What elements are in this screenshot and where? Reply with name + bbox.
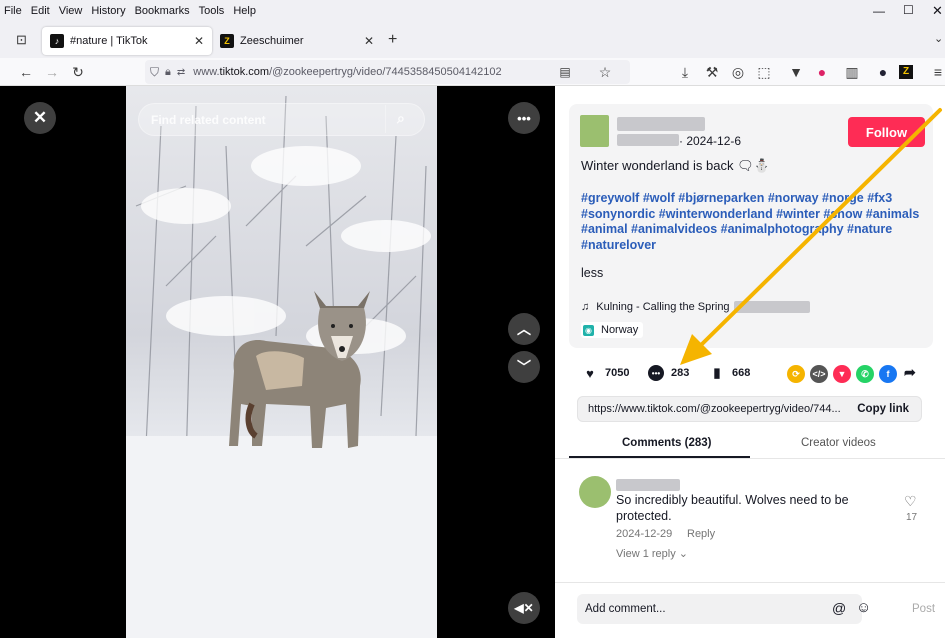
more-options-button[interactable]: ••• <box>508 102 540 134</box>
tab-title: Zeeschuimer <box>240 35 304 47</box>
color-picker-icon[interactable]: ● <box>812 62 832 82</box>
share-link-box[interactable]: https://www.tiktok.com/@zookeepertryg/vi… <box>577 396 922 422</box>
wrench-icon[interactable]: ⚒ <box>702 62 722 82</box>
less-toggle[interactable]: less <box>581 266 603 280</box>
permissions-icon[interactable]: ⇄ <box>177 67 185 78</box>
menu-view[interactable]: View <box>59 5 83 17</box>
url-host: tiktok.com <box>219 66 270 78</box>
comment-date: 2024-12-29 <box>616 528 673 540</box>
shield-icon[interactable]: ⛉ <box>150 65 159 80</box>
hamburger-menu-icon[interactable]: ≡ <box>928 62 945 82</box>
library-icon[interactable]: ▥ <box>842 62 862 82</box>
heart-icon: ♥ <box>586 365 594 381</box>
tab-zeeschuimer[interactable]: Z Zeeschuimer ✕ <box>212 27 382 55</box>
tab-bar: ⊡ ♪ #nature | TikTok ✕ Z Zeeschuimer ✕ +… <box>0 22 945 58</box>
reply-button[interactable]: Reply <box>687 528 715 540</box>
tab-title: #nature | TikTok <box>70 35 148 47</box>
maximize-icon[interactable]: ☐ <box>903 3 914 17</box>
navigation-bar: ← → ↻ ⛉ 🔒︎ ⇄ www. tiktok.com/@zookeepertr… <box>0 58 945 86</box>
reader-view-icon[interactable]: ▤ <box>555 62 575 82</box>
minimize-icon[interactable]: — <box>873 4 885 18</box>
commenter-avatar[interactable] <box>579 476 611 508</box>
account-icon[interactable]: ◎ <box>728 62 748 82</box>
search-placeholder: Find related content <box>151 112 266 127</box>
post-comment-button[interactable]: Post <box>912 603 935 615</box>
bookmark-star-icon[interactable]: ☆ <box>595 62 615 82</box>
privacy-badger-icon[interactable]: ● <box>873 62 893 82</box>
emoji-icon[interactable]: ☺ <box>856 599 871 616</box>
tab-list-icon[interactable]: ⊡ <box>16 32 27 48</box>
url-path: /@zookeepertryg/video/744535845050414210… <box>269 66 502 78</box>
share-link-url: https://www.tiktok.com/@zookeepertryg/vi… <box>588 403 841 415</box>
search-icon[interactable]: ⌕ <box>397 110 405 127</box>
zeeschuimer-icon[interactable]: Z <box>899 65 913 79</box>
lock-icon[interactable]: 🔒︎ <box>165 66 171 79</box>
forward-icon[interactable]: → <box>42 62 62 82</box>
browser-window: File Edit View History Bookmarks Tools H… <box>0 0 945 638</box>
mention-icon[interactable]: @ <box>832 600 846 616</box>
next-video-button[interactable]: ﹀ <box>508 351 540 383</box>
commenter-name-blurred[interactable] <box>616 479 680 491</box>
back-icon[interactable]: ← <box>16 62 36 82</box>
comment-icon: ••• <box>648 365 664 381</box>
menu-bookmarks[interactable]: Bookmarks <box>135 5 190 17</box>
annotation-arrow <box>680 108 942 365</box>
location-pin-icon: ◉ <box>583 324 594 336</box>
extensions-icon[interactable]: ⬚ <box>754 62 774 82</box>
add-comment-input[interactable]: Add comment... @ ☺ <box>577 594 871 624</box>
search-divider <box>385 105 386 133</box>
search-input[interactable]: Find related content ⌕ <box>138 103 425 136</box>
url-prefix: www. <box>193 66 220 78</box>
add-comment-placeholder: Add comment... <box>585 603 666 615</box>
ublock-icon[interactable]: ▼ <box>786 62 806 82</box>
close-tab-icon[interactable]: ✕ <box>364 34 374 48</box>
menu-edit[interactable]: Edit <box>31 5 50 17</box>
menu-file[interactable]: File <box>4 5 22 17</box>
location-tag[interactable]: ◉ Norway <box>581 322 644 338</box>
comment-like-count: 17 <box>906 512 918 523</box>
tab-overflow-icon[interactable]: ⌄ <box>934 32 943 45</box>
like-button[interactable]: ♥ 7050 <box>582 365 629 381</box>
previous-video-button[interactable]: ︿ <box>508 313 540 345</box>
view-replies-button[interactable]: View 1 reply ⌄ <box>616 547 688 560</box>
tab-tiktok[interactable]: ♪ #nature | TikTok ✕ <box>42 27 212 55</box>
tab-comments[interactable]: Comments (283) <box>622 437 711 449</box>
tiktok-favicon-icon: ♪ <box>50 34 64 48</box>
tab-divider <box>555 458 945 459</box>
menu-help[interactable]: Help <box>233 5 256 17</box>
avatar[interactable] <box>580 115 609 147</box>
comment-text: So incredibly beautiful. Wolves need to … <box>616 493 849 523</box>
comment-like-icon[interactable]: ♡ <box>904 493 917 510</box>
close-tab-icon[interactable]: ✕ <box>194 34 204 48</box>
video-frame[interactable] <box>126 86 437 638</box>
menu-history[interactable]: History <box>91 5 125 17</box>
location-name: Norway <box>601 324 639 336</box>
zeeschuimer-favicon-icon: Z <box>220 34 234 48</box>
menu-bar: File Edit View History Bookmarks Tools H… <box>0 0 945 22</box>
downloads-icon[interactable]: ⤓ <box>675 62 695 82</box>
copy-link-button[interactable]: Copy link <box>857 403 909 415</box>
menu-tools[interactable]: Tools <box>199 5 225 17</box>
tab-creator-videos[interactable]: Creator videos <box>801 437 876 449</box>
music-note-icon: ♫ <box>581 301 590 313</box>
reload-icon[interactable]: ↻ <box>68 62 88 82</box>
like-count: 7050 <box>605 367 630 379</box>
wolf-in-snow-image <box>126 86 437 638</box>
close-window-icon[interactable]: ✕ <box>932 3 943 19</box>
comment-input-bar: Add comment... @ ☺ Post <box>555 582 945 638</box>
new-tab-icon[interactable]: + <box>388 31 397 49</box>
close-video-button[interactable]: ✕ <box>24 102 56 134</box>
mute-toggle-button[interactable]: ◀✕ <box>508 592 540 624</box>
